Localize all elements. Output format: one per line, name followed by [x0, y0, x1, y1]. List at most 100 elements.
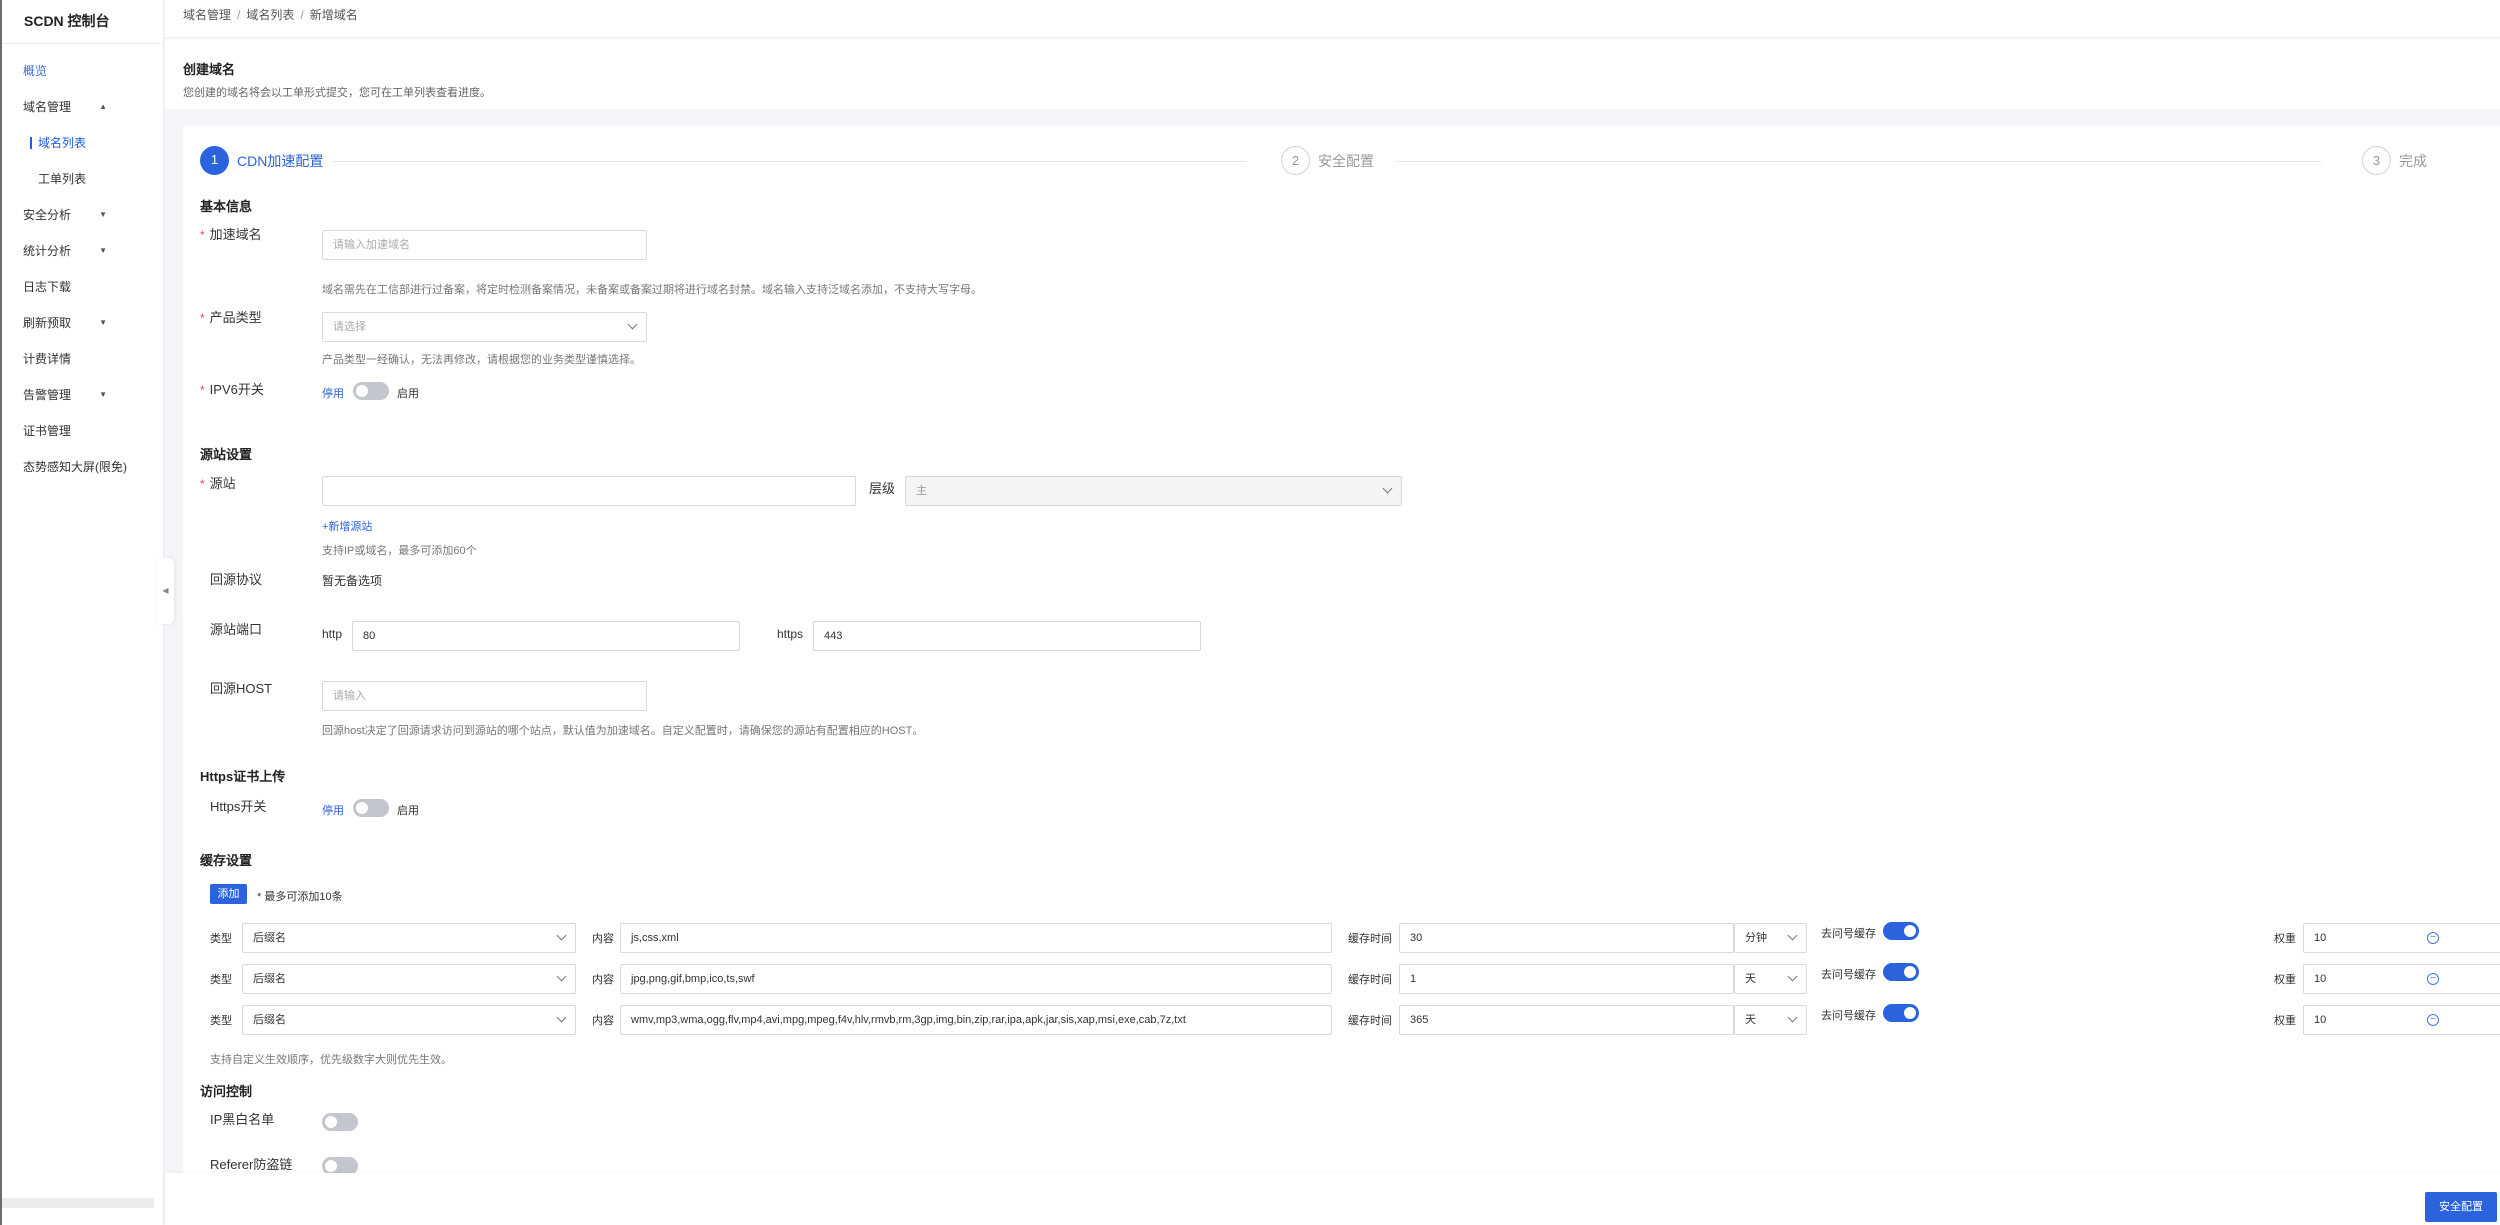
sidebar-item-overview[interactable]: 概览	[2, 53, 163, 89]
https-toggle[interactable]	[353, 799, 389, 817]
step-connector	[1395, 161, 2321, 162]
ipv6-label: * IPV6开关	[200, 381, 264, 399]
origin-host-input[interactable]: 请输入	[322, 681, 647, 711]
ipv6-on-text: 启用	[397, 388, 419, 400]
app-logo: SCDN 控制台	[2, 0, 163, 44]
ip-list-toggle[interactable]	[322, 1113, 358, 1131]
cache-type-value: 后缀名	[253, 973, 286, 985]
breadcrumb: 域名管理 / 域名列表 / 新增域名	[165, 0, 2500, 38]
step-1-indicator: 1	[200, 146, 229, 175]
sidebar-scrollbar[interactable]	[2, 1198, 154, 1208]
section-https-cert: Https证书上传	[200, 769, 286, 784]
chevron-down-icon	[556, 971, 567, 982]
product-type-label-text: 产品类型	[209, 310, 262, 325]
sidebar-item-label: 工单列表	[38, 172, 87, 186]
remove-rule-icon[interactable]: −	[2427, 932, 2439, 944]
sidebar-item-refresh-prefetch[interactable]: 刷新预取 ▼	[2, 305, 163, 341]
sidebar-item-billing[interactable]: 计费详情	[2, 341, 163, 377]
ignore-query-toggle[interactable]	[1883, 1004, 1919, 1022]
cache-weight-input[interactable]: 10	[2303, 923, 2500, 953]
sidebar-menu: 概览 域名管理 ▲ 域名列表 工单列表 安全分析 ▼ 统计分析 ▼ 日志下载 刷新预取…	[2, 44, 163, 485]
cache-type-label: 类型	[210, 1015, 232, 1027]
step-3-label: 完成	[2399, 153, 2427, 169]
sidebar-item-ticket-list[interactable]: 工单列表	[2, 161, 163, 197]
cache-unit-select[interactable]: 分钟	[1734, 923, 1807, 953]
chevron-down-icon: ▼	[99, 318, 107, 327]
step-1-label: CDN加速配置	[237, 153, 324, 169]
https-port-input[interactable]: 443	[813, 621, 1201, 651]
cache-unit-select[interactable]: 天	[1734, 964, 1807, 994]
cache-type-value: 后缀名	[253, 1014, 286, 1026]
ignore-query-toggle[interactable]	[1883, 963, 1919, 981]
sidebar-item-label: 刷新预取	[23, 316, 72, 330]
cache-time-input[interactable]: 365	[1399, 1005, 1734, 1035]
referer-toggle[interactable]	[322, 1157, 358, 1173]
cache-type-select[interactable]: 后缀名	[242, 1005, 576, 1035]
cache-content-input[interactable]: js,css,xml	[620, 923, 1332, 953]
origin-input[interactable]	[322, 476, 856, 506]
cache-content-label: 内容	[592, 933, 614, 945]
add-cache-rule-button[interactable]: 添加	[210, 884, 247, 904]
required-mark: *	[200, 383, 205, 397]
sidebar-item-certificates[interactable]: 证书管理	[2, 413, 163, 449]
cache-type-select[interactable]: 后缀名	[242, 923, 576, 953]
referer-label: Referer防盗链	[210, 1157, 293, 1172]
http-port-input[interactable]: 80	[352, 621, 740, 651]
ipv6-off-text: 停用	[322, 388, 344, 400]
sidebar-item-domain-management[interactable]: 域名管理 ▲	[2, 89, 163, 125]
origin-level-select[interactable]: 主	[905, 476, 1402, 506]
chevron-down-icon	[1787, 971, 1798, 982]
ignore-query-label: 去问号缓存	[1821, 1010, 1876, 1022]
cache-content-input[interactable]: jpg,png,gif,bmp,ico,ts,swf	[620, 964, 1332, 994]
cache-content-input[interactable]: wmv,mp3,wma,ogg,flv,mp4,avi,mpg,mpeg,f4v…	[620, 1005, 1332, 1035]
section-cache: 缓存设置	[200, 853, 253, 868]
cache-unit-value: 天	[1745, 973, 1756, 985]
remove-rule-icon[interactable]: −	[2427, 973, 2439, 985]
cache-type-select[interactable]: 后缀名	[242, 964, 576, 994]
sidebar-item-log-download[interactable]: 日志下载	[2, 269, 163, 305]
origin-protocol-value: 暂无备选项	[322, 574, 383, 588]
section-access-control: 访问控制	[200, 1084, 253, 1099]
cache-time-input[interactable]: 30	[1399, 923, 1734, 953]
remove-rule-icon[interactable]: −	[2427, 1014, 2439, 1026]
sidebar-item-label: 计费详情	[23, 352, 72, 366]
cache-type-value: 后缀名	[253, 932, 286, 944]
sidebar-item-statistics[interactable]: 统计分析 ▼	[2, 233, 163, 269]
cache-time-label: 缓存时间	[1348, 1015, 1392, 1027]
origin-level-label: 层级	[869, 481, 896, 496]
section-origin: 源站设置	[200, 447, 253, 462]
step-connector	[333, 161, 1246, 162]
step-2-indicator: 2	[1281, 146, 1310, 175]
sidebar: SCDN 控制台 概览 域名管理 ▲ 域名列表 工单列表 安全分析 ▼ 统计分析 ▼ …	[2, 0, 164, 1225]
breadcrumb-domain-management[interactable]: 域名管理	[183, 8, 231, 22]
cache-type-label: 类型	[210, 974, 232, 986]
ipv6-toggle[interactable]	[353, 382, 389, 400]
sidebar-item-domain-list[interactable]: 域名列表	[2, 125, 163, 161]
sidebar-item-alerts[interactable]: 告警管理 ▼	[2, 377, 163, 413]
cache-time-label: 缓存时间	[1348, 933, 1392, 945]
domain-label-text: 加速域名	[209, 227, 262, 242]
breadcrumb-domain-list[interactable]: 域名列表	[246, 8, 294, 22]
cache-time-input[interactable]: 1	[1399, 964, 1734, 994]
origin-label-text: 源站	[209, 476, 236, 491]
product-type-hint: 产品类型一经确认，无法再修改，请根据您的业务类型谨慎选择。	[322, 354, 641, 366]
cache-unit-value: 天	[1745, 1014, 1756, 1026]
ignore-query-toggle[interactable]	[1883, 922, 1919, 940]
breadcrumb-current: 新增域名	[309, 8, 358, 22]
cache-weight-input[interactable]: 10	[2303, 1005, 2500, 1035]
sidebar-item-label: 概览	[23, 64, 48, 78]
sidebar-item-situation-screen[interactable]: 态势感知大屏(限免)	[2, 449, 163, 485]
product-type-select[interactable]: 请选择	[322, 312, 647, 342]
sidebar-item-security-analysis[interactable]: 安全分析 ▼	[2, 197, 163, 233]
chevron-down-icon	[1787, 1012, 1798, 1023]
cache-weight-input[interactable]: 10	[2303, 964, 2500, 994]
product-type-label: * 产品类型	[200, 309, 262, 327]
domain-input[interactable]: 请输入加速域名	[322, 230, 647, 260]
ipv6-label-text: IPV6开关	[209, 382, 264, 397]
https-on-text: 启用	[397, 805, 419, 817]
add-origin-link[interactable]: +新增源站	[322, 518, 372, 534]
https-off-text: 停用	[322, 805, 344, 817]
ignore-query-label: 去问号缓存	[1821, 928, 1876, 940]
cache-unit-select[interactable]: 天	[1734, 1005, 1807, 1035]
next-security-config-button[interactable]: 安全配置	[2425, 1192, 2497, 1222]
